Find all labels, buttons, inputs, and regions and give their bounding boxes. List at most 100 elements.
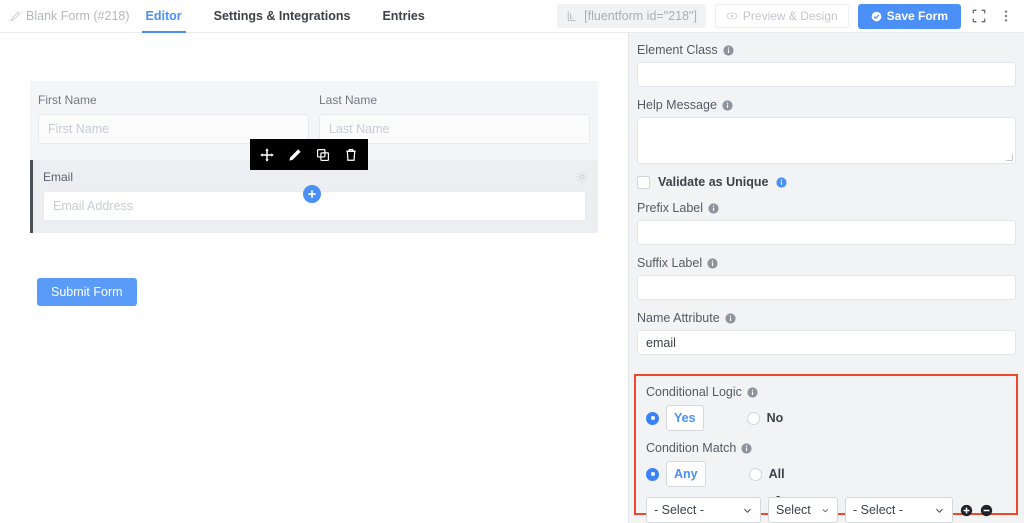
move-field-button[interactable] <box>256 143 278 167</box>
minus-circle-icon <box>980 504 993 517</box>
top-bar-right: [fluentform id="218"] Preview & Design S… <box>557 0 1024 33</box>
first-name-field[interactable]: First Name First Name <box>38 93 309 144</box>
validate-unique-checkbox[interactable] <box>637 176 650 189</box>
field-settings-button[interactable] <box>576 170 588 188</box>
condition-operator-select[interactable]: - Select - <box>768 497 838 523</box>
edit-field-button[interactable] <box>284 143 306 167</box>
edit-icon <box>288 148 302 162</box>
shortcode-text: [fluentform id="218"] <box>584 9 697 23</box>
suffix-label-text: Suffix Label <box>637 256 702 270</box>
submit-form-button[interactable]: Submit Form <box>37 278 137 306</box>
suffix-label-input[interactable] <box>637 275 1016 300</box>
name-attribute-value: email <box>646 336 676 350</box>
radio-any-label: Any <box>666 461 706 487</box>
condition-field-select[interactable]: - Select - <box>646 497 761 523</box>
last-name-field[interactable]: Last Name Last Name <box>319 93 590 144</box>
shortcode-field[interactable]: [fluentform id="218"] <box>557 4 706 28</box>
info-icon[interactable] <box>725 313 736 324</box>
chevron-down-icon <box>742 505 753 516</box>
gear-icon <box>576 171 588 183</box>
radio-no-label: No <box>767 411 784 425</box>
condition-match-all[interactable]: All <box>749 467 785 481</box>
name-attribute-input[interactable]: email <box>637 330 1016 355</box>
validate-unique-row[interactable]: Validate as Unique <box>637 175 1016 189</box>
condition-match-label-text: Condition Match <box>646 441 736 455</box>
preview-design-label: Preview & Design <box>743 9 838 23</box>
suffix-label-group: Suffix Label <box>637 256 1016 300</box>
tab-entries[interactable]: Entries <box>366 0 440 33</box>
fullscreen-icon <box>972 9 986 23</box>
delete-field-button[interactable] <box>340 143 362 167</box>
move-icon <box>260 148 274 162</box>
email-placeholder: Email Address <box>53 199 133 213</box>
info-icon[interactable] <box>741 443 752 454</box>
radio-yes-label: Yes <box>666 405 704 431</box>
fullscreen-button[interactable] <box>970 5 988 27</box>
radio-yes[interactable] <box>646 412 659 425</box>
submit-form-label: Submit Form <box>51 285 123 299</box>
name-attribute-label: Name Attribute <box>637 311 1016 325</box>
info-icon[interactable] <box>708 203 719 214</box>
conditional-logic-label-text: Conditional Logic <box>646 385 742 399</box>
help-message-label: Help Message <box>637 98 1016 112</box>
element-class-input[interactable] <box>637 62 1016 87</box>
condition-match-any[interactable]: Any <box>646 461 706 487</box>
prefix-label-group: Prefix Label <box>637 201 1016 245</box>
name-attribute-label-text: Name Attribute <box>637 311 720 325</box>
conditional-logic-yes[interactable]: Yes <box>646 405 704 431</box>
tab-settings-label: Settings & Integrations <box>214 9 351 23</box>
more-options-button[interactable] <box>997 5 1015 27</box>
form-title-text: Blank Form (#218) <box>26 9 130 23</box>
info-icon[interactable] <box>722 100 733 111</box>
add-condition-button[interactable] <box>960 504 973 517</box>
condition-value-select[interactable]: - Select - <box>845 497 953 523</box>
info-icon[interactable] <box>707 258 718 269</box>
pencil-icon <box>10 11 21 22</box>
tab-settings-integrations[interactable]: Settings & Integrations <box>198 0 367 33</box>
prefix-label-input[interactable] <box>637 220 1016 245</box>
info-icon-blue[interactable] <box>776 177 787 188</box>
radio-any[interactable] <box>646 468 659 481</box>
chevron-down-icon <box>821 505 830 516</box>
condition-operator-select-value: - Select - <box>776 489 815 523</box>
save-form-button[interactable]: Save Form <box>858 4 961 29</box>
tab-editor[interactable]: Editor <box>130 0 198 33</box>
tab-entries-label: Entries <box>382 9 424 23</box>
check-circle-icon <box>871 11 882 22</box>
conditional-logic-label: Conditional Logic <box>646 385 1006 399</box>
duplicate-field-button[interactable] <box>312 143 334 167</box>
info-icon[interactable] <box>747 387 758 398</box>
eye-icon <box>726 10 738 22</box>
radio-no[interactable] <box>747 412 760 425</box>
condition-match-radios: Any All <box>646 461 1006 487</box>
radio-all[interactable] <box>749 468 762 481</box>
preview-design-button[interactable]: Preview & Design <box>715 4 849 28</box>
add-field-button[interactable] <box>303 185 321 203</box>
conditional-logic-radios: Yes No <box>646 405 1006 431</box>
top-bar: Blank Form (#218) Editor Settings & Inte… <box>0 0 1024 33</box>
form-title[interactable]: Blank Form (#218) <box>10 0 130 33</box>
field-settings-panel: Element Class Help Message Validate as U… <box>628 33 1024 523</box>
email-label: Email <box>43 170 586 184</box>
condition-value-select-value: - Select - <box>853 503 903 517</box>
remove-condition-button[interactable] <box>980 504 993 517</box>
radio-all-label: All <box>769 467 785 481</box>
element-action-toolbar <box>250 139 368 170</box>
info-icon[interactable] <box>723 45 734 56</box>
delete-icon <box>344 148 358 162</box>
condition-row: - Select - - Select - - Select - <box>646 497 1006 523</box>
element-class-label: Element Class <box>637 43 1016 57</box>
help-message-textarea[interactable] <box>637 117 1016 164</box>
suffix-label-label: Suffix Label <box>637 256 1016 270</box>
prefix-label-label: Prefix Label <box>637 201 1016 215</box>
form-editor-canvas: First Name First Name Last Name Last Nam… <box>0 33 628 523</box>
first-name-placeholder: First Name <box>48 122 109 136</box>
first-name-label: First Name <box>38 93 309 107</box>
help-message-group: Help Message <box>637 98 1016 164</box>
element-class-label-text: Element Class <box>637 43 718 57</box>
plus-icon <box>307 189 317 199</box>
top-bar-left: Blank Form (#218) Editor Settings & Inte… <box>0 0 441 33</box>
conditional-logic-no[interactable]: No <box>747 411 784 425</box>
save-form-label: Save Form <box>887 9 948 23</box>
condition-field-select-value: - Select - <box>654 503 704 517</box>
